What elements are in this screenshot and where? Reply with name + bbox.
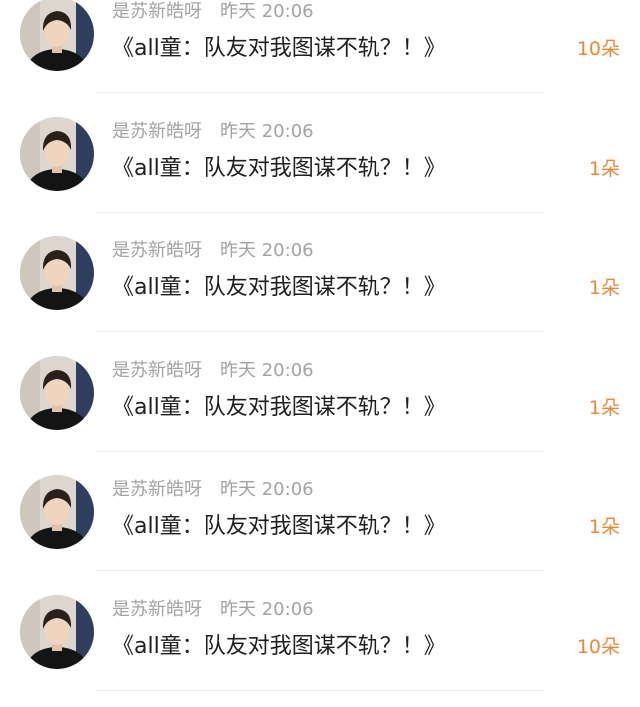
- record-meta: 是苏新皓呀 昨天 20:06: [112, 238, 314, 264]
- work-title[interactable]: 《all童：队友对我图谋不轨？！》: [112, 510, 446, 544]
- timestamp: 昨天 20:06: [220, 1, 314, 22]
- username[interactable]: 是苏新皓呀: [112, 360, 202, 381]
- avatar[interactable]: [20, 236, 94, 311]
- record-meta: 是苏新皓呀 昨天 20:06: [112, 477, 314, 503]
- work-title[interactable]: 《all童：队友对我图谋不轨？！》: [112, 391, 446, 425]
- flower-count: 1朵: [588, 396, 620, 419]
- avatar-photo-icon: [20, 475, 94, 550]
- flower-count: 10朵: [576, 635, 620, 658]
- flower-count: 10朵: [576, 38, 620, 60]
- divider: [96, 689, 544, 691]
- gift-record-list: 是苏新皓呀 昨天 20:06 《all童：队友对我图谋不轨？！》 10朵 是苏新皓…: [0, 0, 640, 707]
- avatar-photo-icon: [20, 355, 94, 430]
- avatar-photo-icon: [20, 236, 94, 311]
- list-item[interactable]: 是苏新皓呀 昨天 20:06 《all童：队友对我图谋不轨？！》 1朵: [0, 467, 640, 587]
- divider: [96, 450, 544, 452]
- record-meta: 是苏新皓呀 昨天 20:06: [112, 119, 314, 145]
- timestamp: 昨天 20:06: [220, 359, 314, 381]
- flower-count: 1朵: [588, 277, 620, 300]
- avatar-photo-icon: [20, 116, 94, 191]
- divider: [96, 92, 544, 93]
- list-item[interactable]: 是苏新皓呀 昨天 20:06 《all童：队友对我图谋不轨？！》 1朵: [0, 109, 640, 229]
- work-title[interactable]: 《all童：队友对我图谋不轨？！》: [112, 271, 446, 305]
- avatar[interactable]: [20, 355, 94, 430]
- divider: [96, 570, 544, 572]
- list-item[interactable]: 是苏新皓呀 昨天 20:06 《all童：队友对我图谋不轨？！》 10朵: [0, 587, 640, 707]
- list-item[interactable]: 是苏新皓呀 昨天 20:06 《all童：队友对我图谋不轨？！》 1朵: [0, 228, 640, 348]
- username[interactable]: 是苏新皓呀: [112, 599, 202, 620]
- timestamp: 昨天 20:06: [220, 598, 314, 620]
- avatar[interactable]: [20, 475, 94, 550]
- avatar[interactable]: [20, 0, 94, 71]
- avatar[interactable]: [20, 116, 94, 191]
- avatar[interactable]: [20, 594, 94, 669]
- work-title[interactable]: 《all童：队友对我图谋不轨？！》: [112, 152, 446, 186]
- work-title[interactable]: 《all童：队友对我图谋不轨？！》: [112, 630, 446, 664]
- record-meta: 是苏新皓呀 昨天 20:06: [112, 358, 314, 384]
- avatar-photo-icon: [20, 594, 94, 669]
- avatar-photo-icon: [20, 0, 94, 71]
- list-item[interactable]: 是苏新皓呀 昨天 20:06 《all童：队友对我图谋不轨？！》 1朵: [0, 348, 640, 468]
- flower-count: 1朵: [588, 516, 620, 539]
- work-title[interactable]: 《all童：队友对我图谋不轨？！》: [112, 32, 446, 66]
- username[interactable]: 是苏新皓呀: [112, 1, 202, 22]
- divider: [96, 331, 544, 333]
- timestamp: 昨天 20:06: [220, 479, 314, 501]
- username[interactable]: 是苏新皓呀: [112, 479, 202, 500]
- username[interactable]: 是苏新皓呀: [112, 121, 202, 142]
- username[interactable]: 是苏新皓呀: [112, 240, 202, 261]
- record-meta: 是苏新皓呀 昨天 20:06: [112, 0, 314, 25]
- divider: [96, 211, 544, 213]
- record-meta: 是苏新皓呀 昨天 20:06: [112, 597, 314, 623]
- timestamp: 昨天 20:06: [220, 240, 314, 262]
- flower-count: 1朵: [588, 157, 620, 180]
- list-item[interactable]: 是苏新皓呀 昨天 20:06 《all童：队友对我图谋不轨？！》 10朵: [0, 0, 640, 109]
- timestamp: 昨天 20:06: [220, 120, 314, 142]
